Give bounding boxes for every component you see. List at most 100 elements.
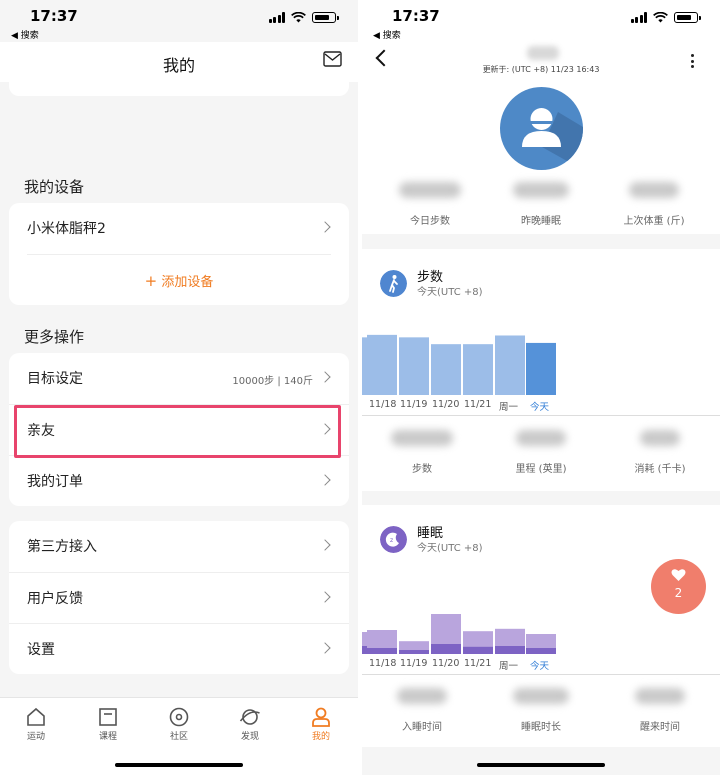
sleep-subtitle: 今天(UTC +8) xyxy=(417,543,483,554)
steps-stat-steps: 步数 xyxy=(362,430,482,475)
x-label-today: 今天 xyxy=(530,661,550,672)
stat-today-steps: 今日步数 xyxy=(370,182,490,227)
steps-bar xyxy=(431,344,461,395)
plus-icon: + xyxy=(144,272,158,290)
discover-icon xyxy=(239,709,260,725)
x-label: 11/18 xyxy=(369,658,397,669)
sleep-bar-deep xyxy=(495,646,525,654)
stat-caption: 入睡时间 xyxy=(402,722,442,733)
like-count: 2 xyxy=(674,586,683,600)
orders-row[interactable]: 我的订单 xyxy=(9,455,349,506)
feedback-row[interactable]: 用户反馈 xyxy=(9,572,349,623)
moon-icon: z xyxy=(380,526,407,553)
x-label-today: 今天 xyxy=(530,402,550,413)
sleep-chart xyxy=(362,614,556,654)
stat-value-blurred xyxy=(397,688,447,704)
steps-panel[interactable]: 步数 今天(UTC +8) / 11/18 11/19 11/20 11/21 … xyxy=(362,249,720,491)
stat-caption: 昨晚睡眠 xyxy=(521,216,561,227)
page-title: 我的 xyxy=(162,56,195,75)
x-label: 11/21 xyxy=(464,658,492,669)
my-page-screen: 17:37 ◀ 搜索 我的 我的设备 小米体脂秤2 + 添加设备 更多操作 目标… xyxy=(0,0,358,775)
wifi-icon xyxy=(291,12,306,23)
goal-setting-label: 目标设定 xyxy=(27,371,83,387)
stat-value-blurred xyxy=(513,688,569,704)
course-icon xyxy=(99,708,117,726)
more-options-icon[interactable] xyxy=(691,54,694,68)
stat-value-blurred xyxy=(391,430,453,446)
tab-discover[interactable]: 发现 xyxy=(225,706,275,742)
x-label: 11/20 xyxy=(432,658,460,669)
devices-card: 小米体脂秤2 + 添加设备 xyxy=(9,203,349,305)
stat-value-blurred xyxy=(629,182,679,198)
stat-caption: 上次体重 (斤) xyxy=(623,216,685,227)
devices-section-title: 我的设备 xyxy=(24,178,85,196)
steps-stat-calories: 消耗 (千卡) xyxy=(600,430,720,475)
heart-icon xyxy=(671,569,686,581)
mail-icon[interactable] xyxy=(323,51,342,67)
tab-label: 运动 xyxy=(26,732,45,742)
x-label: 11/21 xyxy=(464,399,492,410)
tab-label: 我的 xyxy=(311,732,330,742)
tab-sport[interactable]: 运动 xyxy=(11,706,61,742)
steps-bar xyxy=(367,334,397,395)
tab-label: 社区 xyxy=(169,732,188,742)
home-icon xyxy=(27,707,45,726)
steps-bar xyxy=(399,337,429,395)
svg-text:z: z xyxy=(390,537,393,544)
friends-highlight-box xyxy=(14,405,341,458)
community-icon xyxy=(169,707,189,727)
third-party-label: 第三方接入 xyxy=(27,539,97,555)
stat-value-blurred xyxy=(513,182,569,198)
stat-caption: 里程 (英里) xyxy=(515,464,567,475)
person-icon xyxy=(312,707,330,727)
third-party-row[interactable]: 第三方接入 xyxy=(9,521,349,572)
battery-icon xyxy=(312,12,339,23)
back-to-search-link[interactable]: ◀ 搜索 xyxy=(11,28,39,41)
friend-summary: 更新于: (UTC +8) 11/23 16:43 今日步数 昨晚睡眠 上次体重… xyxy=(362,42,720,234)
x-label: 11/20 xyxy=(432,399,460,410)
status-time: 17:37 xyxy=(392,7,440,25)
signal-icon xyxy=(630,12,647,23)
device-name: 小米体脂秤2 xyxy=(27,221,106,237)
chevron-right-icon xyxy=(319,371,331,383)
chevron-right-icon xyxy=(319,591,331,603)
tab-me[interactable]: 我的 xyxy=(296,706,346,742)
steps-chart xyxy=(362,334,556,395)
status-icons xyxy=(268,12,339,23)
stat-last-night-sleep: 昨晚睡眠 xyxy=(481,182,601,227)
stat-caption: 今日步数 xyxy=(410,216,450,227)
steps-subtitle: 今天(UTC +8) xyxy=(417,287,483,298)
sleep-bar-deep xyxy=(399,650,429,654)
status-time: 17:37 xyxy=(30,7,78,25)
updated-time: 更新于: (UTC +8) 11/23 16:43 xyxy=(482,65,600,74)
sleep-bar-deep xyxy=(463,646,493,654)
chevron-right-icon xyxy=(319,642,331,654)
orders-label: 我的订单 xyxy=(27,474,83,490)
battery-icon xyxy=(674,12,701,23)
sleep-stat-bedtime: 入睡时间 xyxy=(362,688,482,733)
device-row[interactable]: 小米体脂秤2 xyxy=(9,203,349,254)
chevron-right-icon xyxy=(319,221,331,233)
more-section-title: 更多操作 xyxy=(24,328,85,346)
settings-label: 设置 xyxy=(27,642,55,658)
sleep-stat-waketime: 醒来时间 xyxy=(600,688,720,733)
chart-divider xyxy=(362,674,720,675)
tab-community[interactable]: 社区 xyxy=(154,706,204,742)
back-to-search-link[interactable]: ◀ 搜索 xyxy=(373,28,401,41)
sleep-panel[interactable]: z 睡眠 今天(UTC +8) / 11/18 11/19 11/20 11/2… xyxy=(362,505,720,747)
stat-caption: 消耗 (千卡) xyxy=(634,464,686,475)
chevron-right-icon xyxy=(319,474,331,486)
goal-setting-row[interactable]: 目标设定 10000步 | 140斤 xyxy=(9,353,349,404)
tab-course[interactable]: 课程 xyxy=(83,706,133,742)
home-indicator xyxy=(477,763,605,767)
add-device-button[interactable]: + 添加设备 xyxy=(27,254,331,305)
stat-value-blurred xyxy=(399,182,461,198)
stat-value-blurred xyxy=(640,430,680,446)
page-header: 我的 xyxy=(0,42,358,82)
like-button[interactable]: 2 xyxy=(651,559,706,614)
x-label: 11/18 xyxy=(369,399,397,410)
home-indicator xyxy=(115,763,243,767)
sleep-bar-deep xyxy=(431,644,461,654)
settings-row[interactable]: 设置 xyxy=(9,623,349,674)
status-bar: 17:37 ◀ 搜索 xyxy=(362,0,720,42)
